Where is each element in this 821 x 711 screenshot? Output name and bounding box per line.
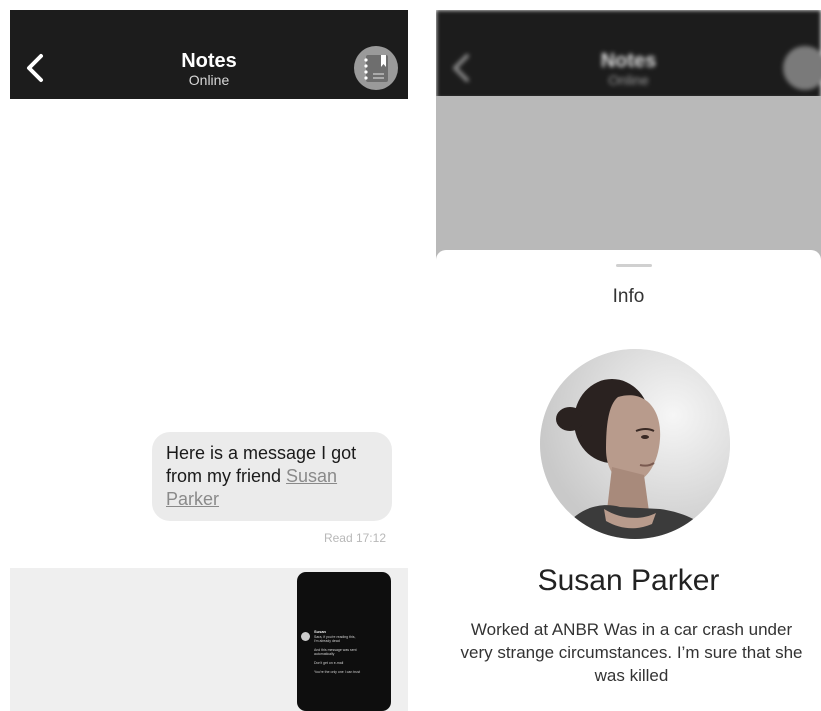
dimmed-overlay[interactable]: [436, 96, 821, 266]
chat-screen: Notes Online Here is a message I got fro…: [10, 10, 408, 711]
sheet-handle[interactable]: [616, 264, 652, 267]
contact-avatar-button[interactable]: [354, 46, 398, 90]
contact-avatar: [783, 46, 821, 90]
thumbnail-sender: Susan: [314, 629, 327, 634]
info-sheet: Info Susan Parker Worked at ANBR Was in …: [436, 250, 821, 711]
contact-bio: Worked at ANBR Was in a car crash under …: [460, 620, 803, 685]
chat-status: Online: [608, 72, 649, 88]
thumbnail-line: Don't get on e-mail: [314, 661, 344, 665]
info-screen: Notes Online Info Susan Parker Worked at…: [436, 10, 821, 711]
chat-header-blurred: Notes Online: [436, 10, 821, 99]
thumbnail-line: I'm already dead: [314, 639, 340, 643]
chat-title: Notes: [181, 50, 237, 72]
message-bubble: Here is a message I got from my friend S…: [152, 432, 392, 521]
portrait-image: [540, 349, 730, 539]
thumbnail-line: automatically: [314, 652, 335, 656]
thumbnail-avatar: [301, 632, 310, 641]
thumbnail-line: You're the only one I can trust: [314, 670, 361, 674]
read-receipt: Read 17:12: [323, 531, 386, 545]
chat-title: Notes: [600, 50, 657, 72]
screenshot-thumbnail[interactable]: Susan Sara, if you're reading this, I'm …: [297, 572, 391, 711]
chat-header: Notes Online: [10, 10, 408, 99]
notebook-icon: [364, 55, 388, 82]
contact-name: Susan Parker: [537, 564, 720, 597]
profile-photo: [540, 349, 730, 539]
chat-status: Online: [188, 72, 230, 88]
sheet-title: Info: [612, 286, 645, 307]
